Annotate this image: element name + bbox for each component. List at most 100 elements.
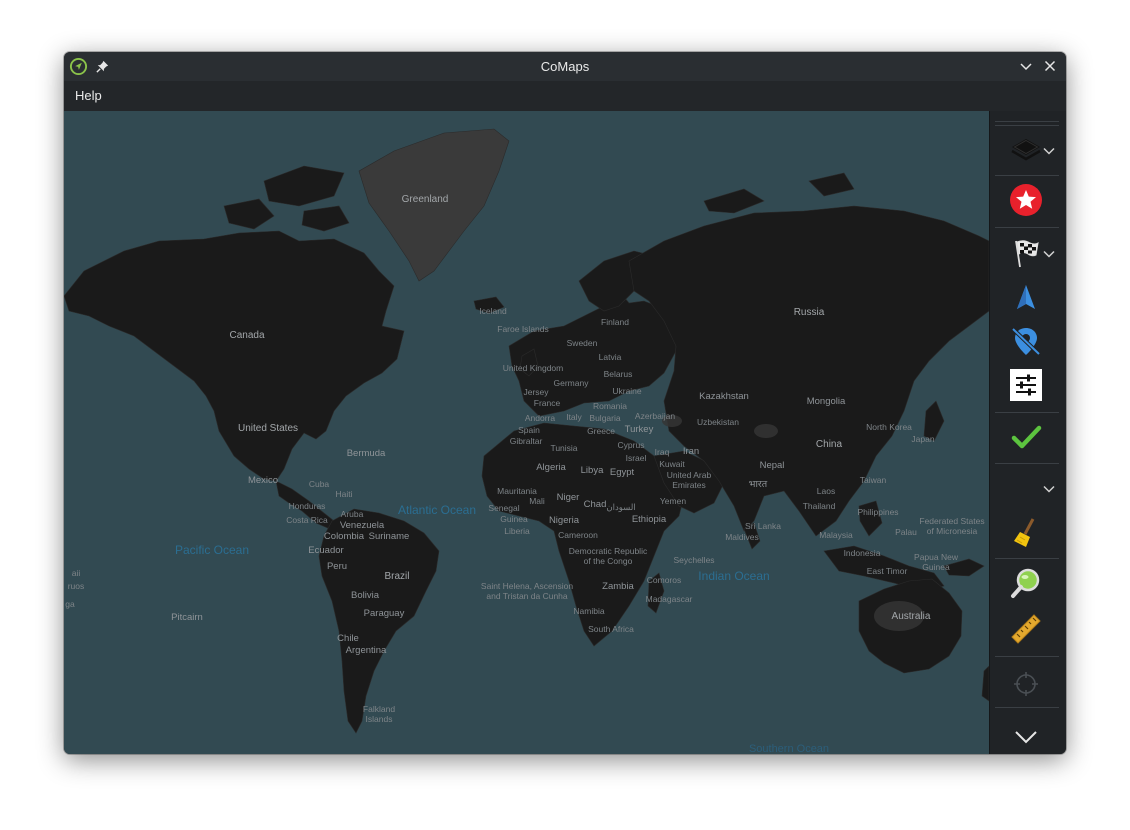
map-label-suriname: Suriname <box>368 531 410 542</box>
settings-sliders-icon[interactable] <box>1008 367 1044 403</box>
map-label-ukraine: Ukraine <box>612 386 642 396</box>
map-label-honduras: Honduras <box>288 501 326 511</box>
map-label-niger: Niger <box>556 492 580 503</box>
map-label-southern-ocean: Southern Ocean <box>748 743 830 755</box>
crosshair-icon[interactable] <box>1008 666 1044 702</box>
greenland-land <box>358 128 510 282</box>
map-label-iraq: Iraq <box>654 447 670 457</box>
map-label-uae: United Arab Emirates <box>666 470 712 490</box>
map-label-yemen: Yemen <box>659 496 687 506</box>
map-label-east-timor: East Timor <box>866 566 908 576</box>
map-label-canada: Canada <box>229 330 265 341</box>
south-america-land <box>318 508 440 734</box>
map-label-palau: Palau <box>895 527 917 537</box>
more-chevron-down-icon[interactable] <box>1042 482 1056 496</box>
map-label-drc: Democratic Republic of the Congo <box>568 546 648 566</box>
map-label-libya: Libya <box>580 465 604 476</box>
map-label-liberia: Liberia <box>504 526 530 536</box>
map-label-malaysia: Malaysia <box>819 530 853 540</box>
map-label-sudan: السودان <box>606 502 636 512</box>
north-america-land <box>64 230 405 482</box>
map-label-uzbekistan: Uzbekistan <box>696 417 740 427</box>
map-label-italy: Italy <box>566 412 582 422</box>
map-label-sweden: Sweden <box>566 338 598 348</box>
bookmarks-star-icon[interactable] <box>1008 182 1044 218</box>
map-label-taiwan: Taiwan <box>859 475 887 485</box>
menu-bar: Help <box>64 81 1066 112</box>
check-icon[interactable] <box>1008 419 1044 455</box>
map-label-haiti: Haiti <box>335 489 353 499</box>
map-label-nepal: Nepal <box>759 460 785 471</box>
map-label-romania: Romania <box>592 401 628 411</box>
my-location-arrow-icon[interactable] <box>1008 279 1044 315</box>
map-label-cyprus: Cyprus <box>617 440 645 450</box>
map-label-israel: Israel <box>625 453 647 463</box>
clear-broom-icon[interactable] <box>1008 515 1044 551</box>
map-label-egypt: Egypt <box>609 467 635 478</box>
map-label-laos: Laos <box>816 486 836 496</box>
map-label-micronesia: Federated States of Micronesia <box>919 516 985 536</box>
route-chevron-down-icon[interactable] <box>1042 247 1056 261</box>
menu-help[interactable]: Help <box>68 85 109 106</box>
map-label-united-states: United States <box>237 423 299 434</box>
map-view[interactable]: Greenland Canada United States Mexico Cu… <box>64 111 989 754</box>
map-label-tunisia: Tunisia <box>550 443 578 453</box>
map-label-niue: ruos <box>67 581 85 591</box>
map-label-philippines: Philippines <box>857 507 899 517</box>
map-label-atlantic-ocean: Atlantic Ocean <box>397 503 477 517</box>
search-magnifier-icon[interactable] <box>1008 565 1044 601</box>
minimize-chevron-icon[interactable] <box>1018 58 1034 74</box>
map-label-azerbaijan: Azerbaijan <box>634 411 676 421</box>
map-label-bolivia: Bolivia <box>351 590 379 601</box>
map-label-argentina: Argentina <box>345 645 387 656</box>
map-label-madagascar: Madagascar <box>645 594 693 604</box>
chevron-down-icon[interactable] <box>1008 719 1044 754</box>
map-label-turkey: Turkey <box>624 424 654 435</box>
map-label-kazakhstan: Kazakhstan <box>699 391 749 402</box>
map-label-hawaii: aii <box>71 568 81 578</box>
map-label-mongolia: Mongolia <box>806 396 846 407</box>
map-label-latvia: Latvia <box>598 352 622 362</box>
map-label-guinea: Guinea <box>500 514 528 524</box>
map-label-finland: Finland <box>601 317 629 327</box>
map-label-pitcairn: Pitcairn <box>171 612 203 623</box>
ruler-icon[interactable] <box>1008 611 1044 647</box>
map-label-indian-ocean: Indian Ocean <box>698 569 770 583</box>
map-label-japan: Japan <box>911 434 935 444</box>
map-label-maldives: Maldives <box>725 532 759 542</box>
map-label-russia: Russia <box>793 307 825 318</box>
route-flag-icon[interactable] <box>1008 235 1044 271</box>
map-label-belarus: Belarus <box>603 369 633 379</box>
title-bar[interactable]: CoMaps <box>64 52 1066 81</box>
map-label-south-africa: South Africa <box>588 624 634 634</box>
map-label-spain: Spain <box>518 425 540 435</box>
map-label-pacific-ocean: Pacific Ocean <box>174 543 250 557</box>
map-label-chad: Chad <box>583 499 607 510</box>
map-label-aruba: Aruba <box>340 509 364 519</box>
layers-chevron-down-icon[interactable] <box>1042 144 1056 158</box>
map-label-algeria: Algeria <box>536 462 566 473</box>
location-off-icon[interactable] <box>1008 323 1044 359</box>
map-label-gibraltar: Gibraltar <box>509 436 543 446</box>
map-label-australia: Australia <box>891 611 931 622</box>
map-label-colombia: Colombia <box>323 531 365 542</box>
map-label-andorra: Andorra <box>524 413 556 423</box>
map-label-thailand: Thailand <box>802 501 836 511</box>
map-label-venezuela: Venezuela <box>339 520 385 531</box>
layers-icon[interactable] <box>1008 131 1044 167</box>
map-label-france: France <box>533 398 561 408</box>
map-label-nigeria: Nigeria <box>548 515 580 526</box>
map-label-costa-rica: Costa Rica <box>286 515 328 525</box>
map-label-ecuador: Ecuador <box>308 545 344 556</box>
map-label-cameroon: Cameroon <box>558 530 598 540</box>
close-icon[interactable] <box>1042 58 1058 74</box>
map-label-bermuda: Bermuda <box>346 448 386 459</box>
map-label-iceland: Iceland <box>479 306 507 316</box>
map-label-sri-lanka: Sri Lanka <box>745 521 781 531</box>
right-toolbar <box>989 111 1066 754</box>
map-label-comoros: Comoros <box>646 575 682 585</box>
map-label-iran: Iran <box>682 446 700 457</box>
map-label-mali: Mali <box>529 496 545 506</box>
window-title: CoMaps <box>540 59 590 74</box>
map-label-indonesia: Indonesia <box>843 548 881 558</box>
